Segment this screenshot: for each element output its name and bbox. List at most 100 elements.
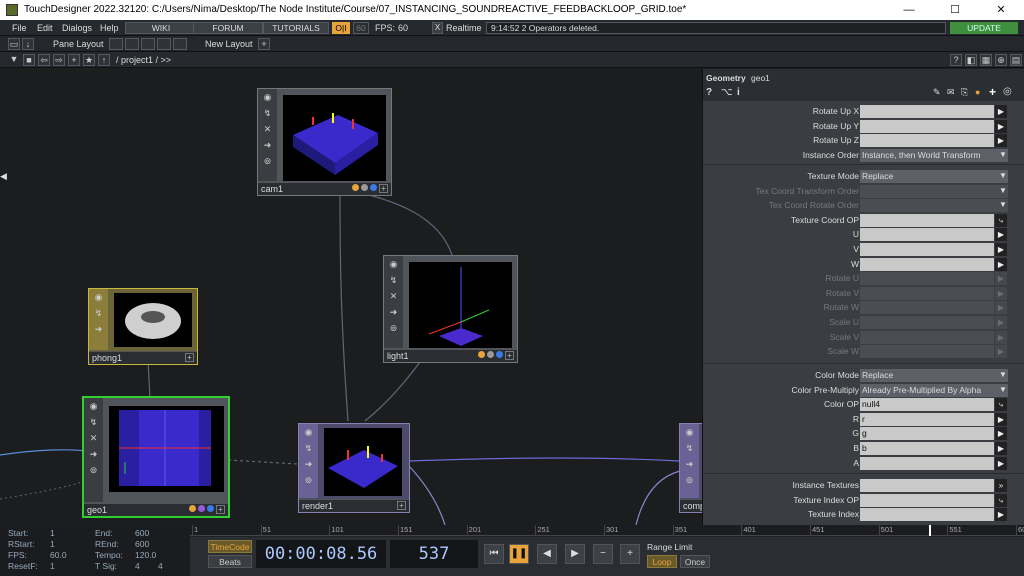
rstart-value[interactable]: 1 [50, 539, 55, 549]
render1-viewer-icon[interactable]: ◉ [299, 424, 318, 440]
once-toggle[interactable]: Once [680, 555, 710, 568]
node-phong1[interactable]: ◉ ↯ ➜ phong1 + [88, 288, 198, 365]
phong1-viewer-icon[interactable]: ◉ [89, 289, 108, 305]
rewind-icon[interactable]: ⏮ [484, 544, 504, 564]
timeline-ruler[interactable]: 151101151201251301351401451501551600 [190, 525, 1024, 536]
param-field[interactable] [860, 508, 994, 522]
tsig-a[interactable]: 4 [135, 561, 140, 571]
param-field[interactable] [860, 456, 994, 470]
beats-toggle[interactable]: Beats [208, 555, 252, 568]
param-arrow-icon[interactable]: ⤷ [995, 493, 1007, 507]
layout-slot-1[interactable] [109, 38, 123, 50]
param-field[interactable]: null4 [860, 398, 994, 412]
help-icon[interactable]: ? [706, 87, 712, 98]
light1-viewer-icon[interactable]: ◉ [384, 256, 403, 272]
home-icon[interactable]: ↑ [98, 54, 110, 66]
pathbar-tool-1[interactable]: ? [950, 54, 962, 66]
pane-split-icon[interactable]: ▭ [8, 38, 20, 50]
param-arrow-icon[interactable]: ▶ [995, 243, 1007, 256]
tsig-b[interactable]: 4 [158, 561, 163, 571]
node-geo1[interactable]: ◉ ↯ ✕ ➜ ⊚ geo1 + [82, 396, 230, 518]
param-field[interactable] [860, 213, 994, 227]
star-icon[interactable]: ★ [83, 54, 95, 66]
param-arrow-icon[interactable]: » [995, 479, 1007, 492]
pathbar-tool-4[interactable]: ⊕ [995, 54, 1007, 66]
loop-toggle[interactable]: Loop [647, 555, 677, 568]
param-field[interactable] [860, 105, 994, 118]
end-value[interactable]: 600 [135, 528, 149, 538]
forum-button[interactable]: FORUM [193, 22, 263, 34]
menu-edit[interactable]: Edit [37, 23, 53, 33]
param-field[interactable] [860, 228, 994, 242]
python-icon[interactable]: ⌥ [721, 87, 733, 98]
param-arrow-icon[interactable]: ▶ [995, 119, 1007, 133]
param-arrow-icon[interactable]: ▶ [995, 412, 1007, 426]
minus-icon[interactable]: − [593, 544, 613, 564]
phong1-label[interactable]: phong1 + [89, 351, 197, 364]
pane-menu-icon[interactable]: ▼ [8, 54, 20, 66]
tutorials-button[interactable]: TUTORIALS [263, 22, 329, 34]
phong1-arrow-icon[interactable]: ➜ [89, 321, 108, 337]
render1-arrow-icon[interactable]: ➜ [299, 456, 318, 472]
forward-icon[interactable]: ⇨ [53, 54, 65, 66]
dropdown-chevron-icon[interactable]: ▼ [999, 200, 1007, 209]
menu-dialogs[interactable]: Dialogs [62, 23, 92, 33]
clone-icon[interactable]: ⎘ [961, 87, 968, 98]
param-arrow-icon[interactable]: ▶ [995, 228, 1007, 242]
close-button[interactable]: ✕ [978, 0, 1024, 20]
rend-value[interactable]: 600 [135, 539, 149, 549]
minimize-button[interactable]: — [886, 0, 932, 20]
timecode-display[interactable]: 00:00:08.56 [256, 540, 386, 568]
python-logo-icon[interactable]: ● [975, 87, 980, 97]
param-arrow-icon[interactable]: ▶ [995, 134, 1007, 147]
param-arrow-icon[interactable]: ▶ [995, 427, 1007, 441]
stop-icon[interactable]: ■ [23, 54, 35, 66]
comment-icon[interactable]: ✉ [947, 87, 955, 98]
cam1-label[interactable]: cam1 + [258, 182, 391, 195]
light1-bypass-icon[interactable]: ↯ [384, 272, 403, 288]
layout-slot-2[interactable] [125, 38, 139, 50]
step-forward-icon[interactable]: ▶ [565, 544, 585, 564]
node-render1[interactable]: ◉ ↯ ➜ ⊚ render1 + [298, 423, 410, 513]
dropdown-chevron-icon[interactable]: ▼ [999, 171, 1007, 180]
light1-arrow-icon[interactable]: ➜ [384, 304, 403, 320]
param-menu[interactable]: Replace [860, 369, 1008, 382]
add-layout-button[interactable]: + [258, 38, 270, 50]
back-icon[interactable]: ⇦ [38, 54, 50, 66]
layout-slot-4[interactable] [157, 38, 171, 50]
render1-clone-icon[interactable]: ⊚ [299, 472, 318, 488]
plus-icon[interactable]: + [620, 544, 640, 564]
param-menu[interactable]: Instance, then World Transform [860, 148, 1008, 162]
param-arrow-icon[interactable]: ▶ [995, 257, 1007, 271]
step-back-icon[interactable]: ◀ [537, 544, 557, 564]
update-button[interactable]: UPDATE [950, 22, 1018, 34]
oi-button[interactable]: O|I [332, 22, 350, 34]
geo1-arrow-icon[interactable]: ➜ [84, 446, 103, 462]
menu-help[interactable]: Help [100, 23, 119, 33]
frame-display[interactable]: 537 [390, 540, 478, 568]
settings-icon[interactable]: ◎ [1003, 86, 1012, 97]
node-comp[interactable]: ◉ ↯ ➜ ⊚ comp [679, 423, 702, 513]
dropdown-chevron-icon[interactable]: ▼ [999, 186, 1007, 195]
param-field[interactable] [860, 243, 994, 256]
param-field[interactable] [860, 119, 994, 133]
param-arrow-icon[interactable]: ▶ [995, 442, 1007, 455]
geo1-viewer-icon[interactable]: ◉ [84, 398, 103, 414]
comp-clone-icon[interactable]: ⊚ [680, 472, 699, 488]
pathbar-tool-5[interactable]: ▤ [1010, 54, 1022, 66]
comp-label[interactable]: comp [680, 499, 702, 512]
network-path[interactable]: / project1 / >> [116, 55, 171, 65]
cam1-clone-icon[interactable]: ⊚ [258, 153, 277, 169]
playhead[interactable] [929, 525, 932, 536]
wiki-button[interactable]: WIKI [125, 22, 197, 34]
add-param-icon[interactable]: + [989, 85, 996, 99]
light1-label[interactable]: light1 + [384, 349, 517, 362]
param-field[interactable] [860, 257, 994, 271]
dropdown-chevron-icon[interactable]: ▼ [999, 150, 1007, 159]
param-field[interactable] [860, 493, 994, 507]
param-arrow-icon[interactable]: ▶ [995, 456, 1007, 470]
layout-slot-3[interactable] [141, 38, 155, 50]
param-arrow-icon[interactable]: ⤷ [995, 398, 1007, 412]
add-icon[interactable]: + [68, 54, 80, 66]
pathbar-tool-2[interactable]: ◧ [965, 54, 977, 66]
